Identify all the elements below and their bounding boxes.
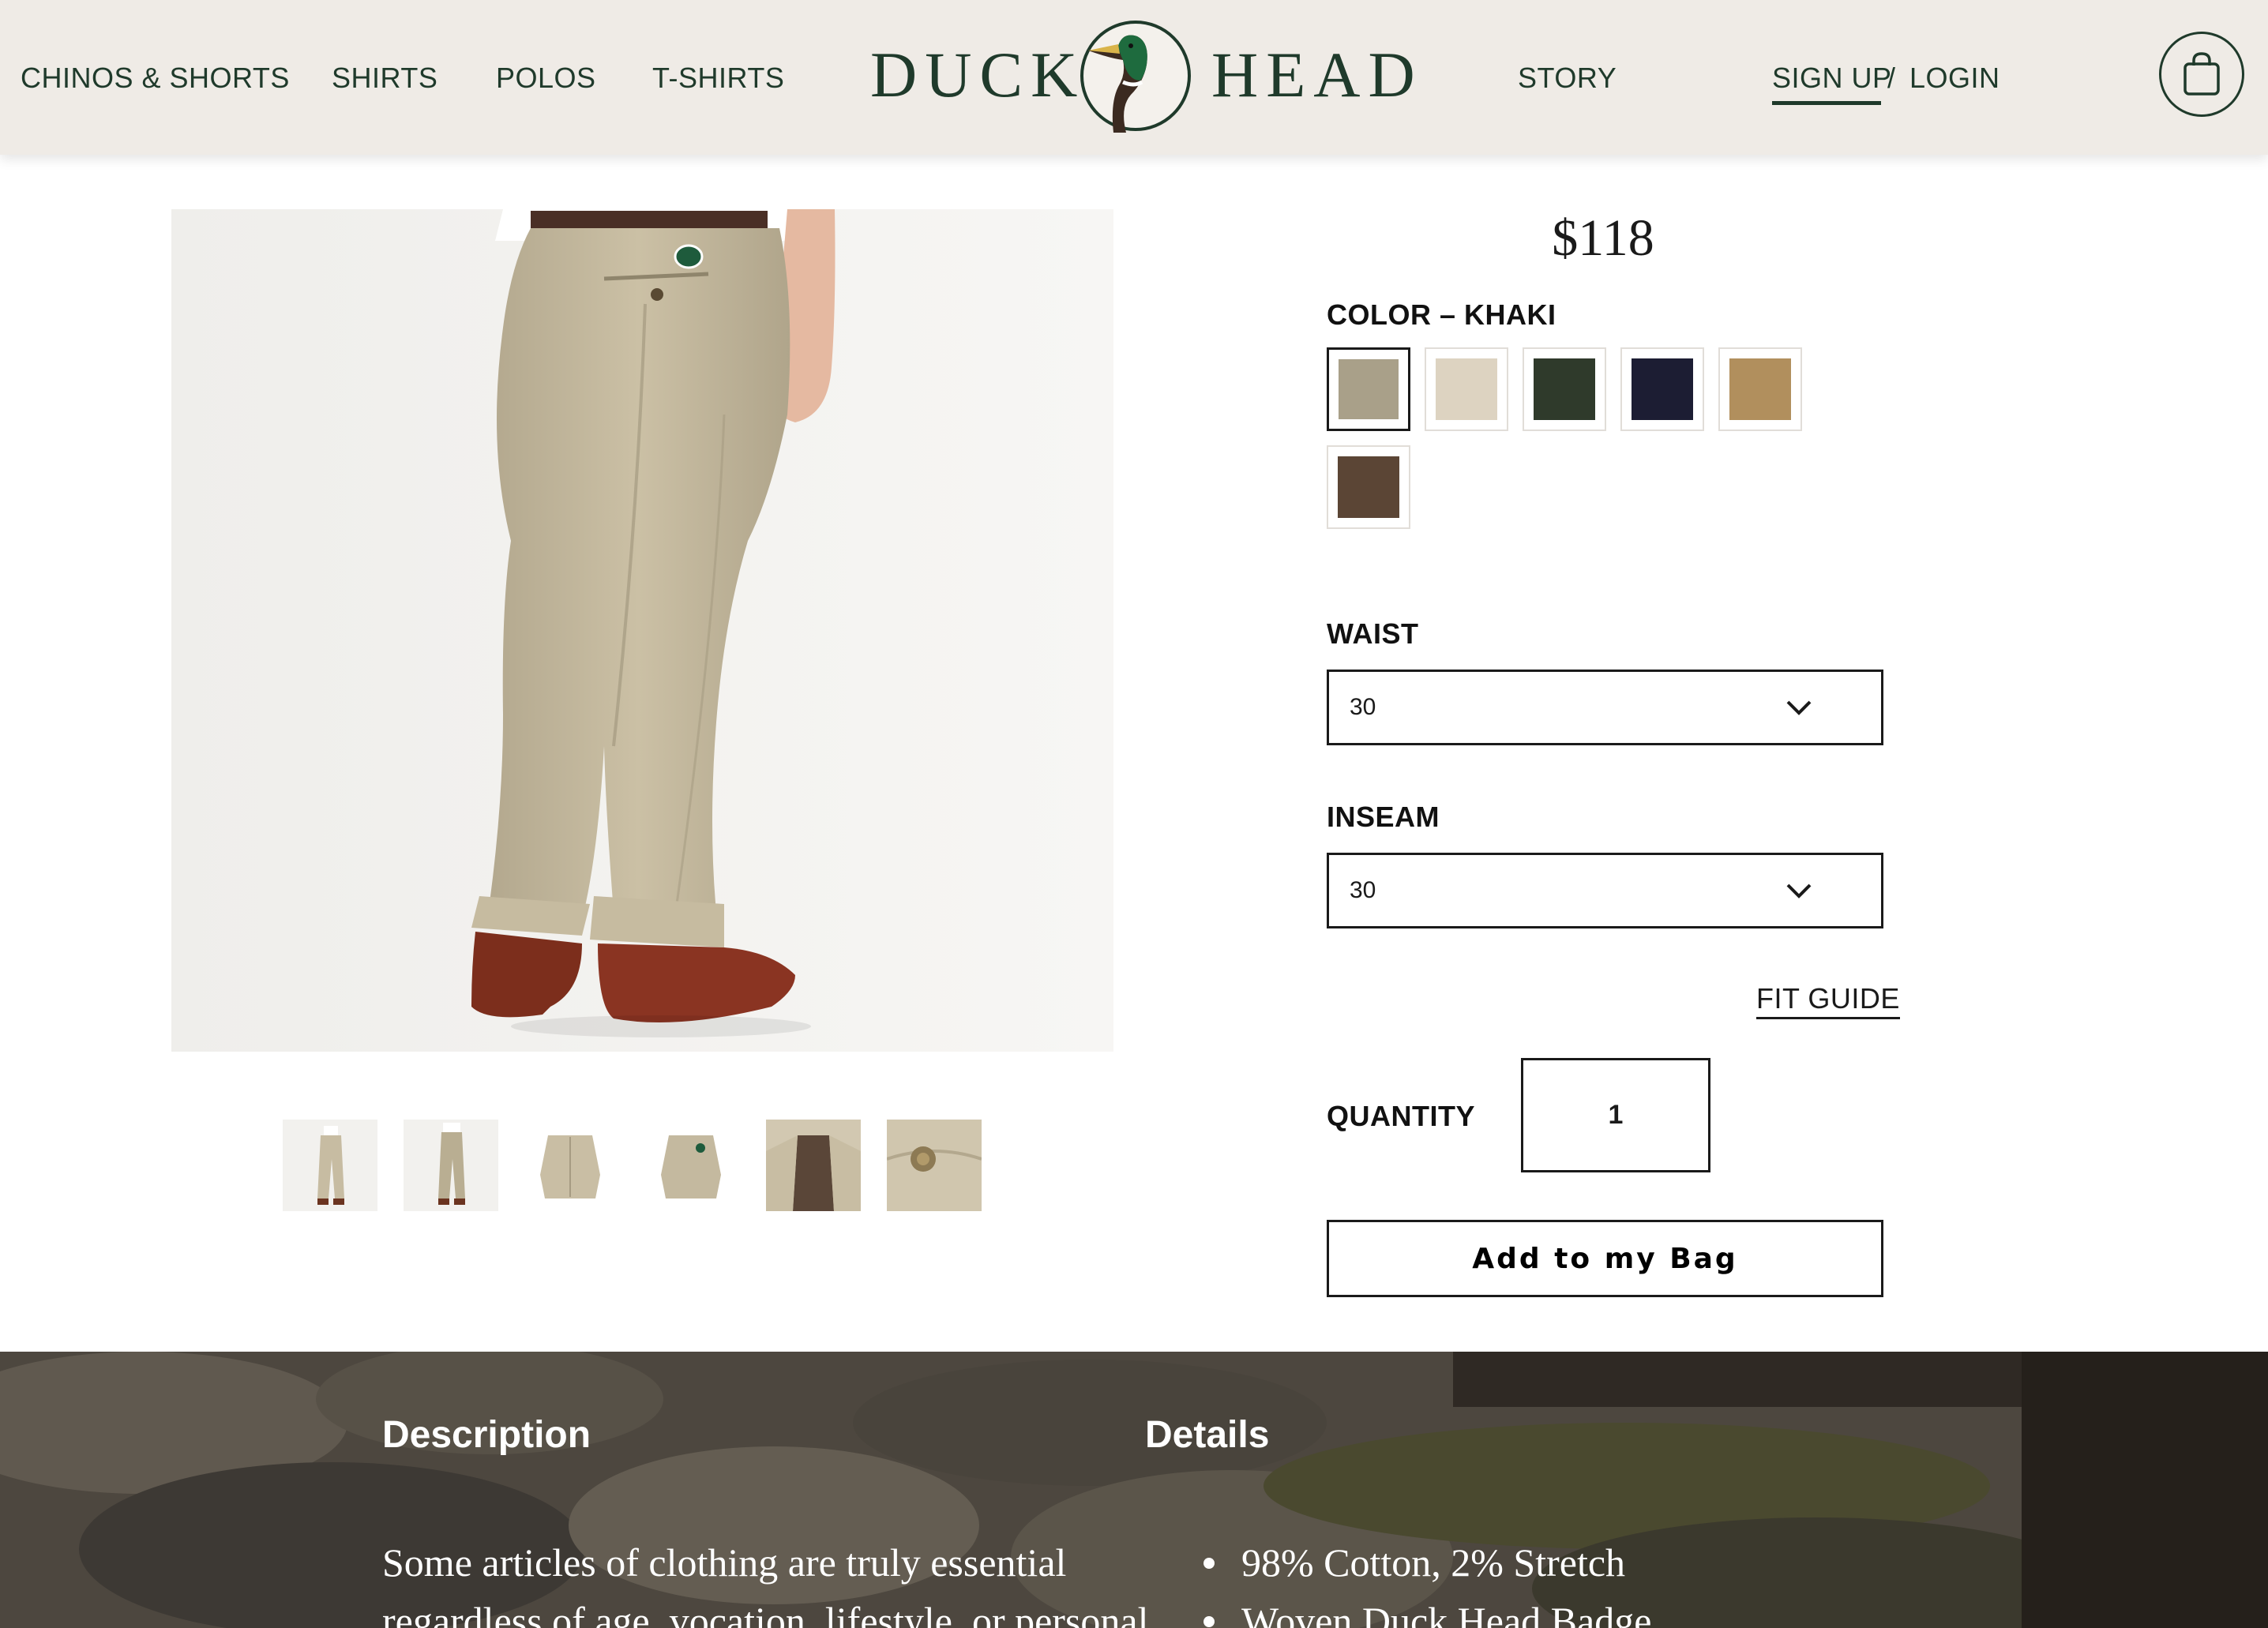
swatch-stone-chip [1436,358,1497,420]
thumbnail-5[interactable] [766,1120,861,1211]
quantity-input[interactable]: 1 [1521,1058,1710,1172]
nav-chinos-shorts[interactable]: CHINOS & SHORTS [21,62,290,95]
thumbnail-4[interactable] [645,1120,740,1211]
chevron-down-icon [1786,700,1812,715]
waist-label: WAIST [1327,617,1419,650]
swatch-navy[interactable] [1620,347,1704,431]
cart-button[interactable] [2159,32,2244,117]
bullet-icon [1203,1616,1215,1627]
waist-value: 30 [1350,694,1376,720]
inseam-label: INSEAM [1327,801,1440,833]
inseam-value: 30 [1350,877,1376,903]
detail-item: Woven Duck Head Badge [1241,1599,1652,1628]
swatch-tan-chip [1729,358,1791,420]
swatch-brown[interactable] [1327,445,1410,529]
description-line-2: regardless of age, vocation, lifestyle, … [382,1599,1149,1628]
color-label: COLOR – KHAKI [1327,298,1556,331]
swatch-olive[interactable] [1523,347,1606,431]
nav-polos[interactable]: POLOS [496,62,596,95]
details-heading: Details [1145,1414,1270,1456]
detail-item: 98% Cotton, 2% Stretch [1241,1540,1626,1585]
swatch-brown-chip [1338,456,1399,518]
swatch-olive-chip [1534,358,1595,420]
thumbnail-2[interactable] [404,1120,498,1211]
logo-text-duck[interactable]: DUCK [870,38,1085,112]
logo-text-head[interactable]: HEAD [1211,38,1423,112]
stone-wall-background [0,1352,2268,1628]
auth-separator: / [1887,62,1896,94]
add-to-bag-button[interactable]: Add to my Bag [1327,1220,1883,1297]
swatch-khaki-chip [1339,359,1399,419]
thumbnail-1[interactable] [283,1120,377,1211]
product-main-image[interactable] [171,209,1113,1052]
chevron-down-icon [1786,883,1812,898]
chino-pants-rear-photo [171,209,1113,1052]
waist-select[interactable]: 30 [1327,670,1883,745]
nav-shirts[interactable]: SHIRTS [332,62,437,95]
inseam-select[interactable]: 30 [1327,853,1883,928]
nav-t-shirts[interactable]: T-SHIRTS [652,62,784,95]
signup-link[interactable]: SIGN UP [1772,62,1892,95]
login-link[interactable]: LOGIN [1909,62,2000,95]
description-line-1: Some articles of clothing are truly esse… [382,1540,1067,1585]
quantity-label: QUANTITY [1327,1100,1475,1132]
swatch-tan[interactable] [1718,347,1802,431]
thumbnail-3[interactable] [524,1120,619,1211]
bullet-icon [1203,1558,1215,1569]
product-price: $118 [1552,209,1654,267]
shopping-bag-icon [2184,52,2220,96]
nav-story[interactable]: STORY [1518,62,1617,95]
description-section [0,1352,2268,1628]
swatch-stone[interactable] [1425,347,1508,431]
signup-underline [1772,101,1881,105]
swatch-khaki[interactable] [1327,347,1410,431]
swatch-navy-chip [1632,358,1693,420]
description-heading: Description [382,1414,591,1456]
site-header: CHINOS & SHORTS SHIRTS POLOS T-SHIRTS DU… [0,0,2268,155]
fit-guide-link[interactable]: FIT GUIDE [1756,982,1900,1019]
thumbnail-6[interactable] [887,1120,982,1211]
duck-logo-icon[interactable] [1079,19,1192,133]
